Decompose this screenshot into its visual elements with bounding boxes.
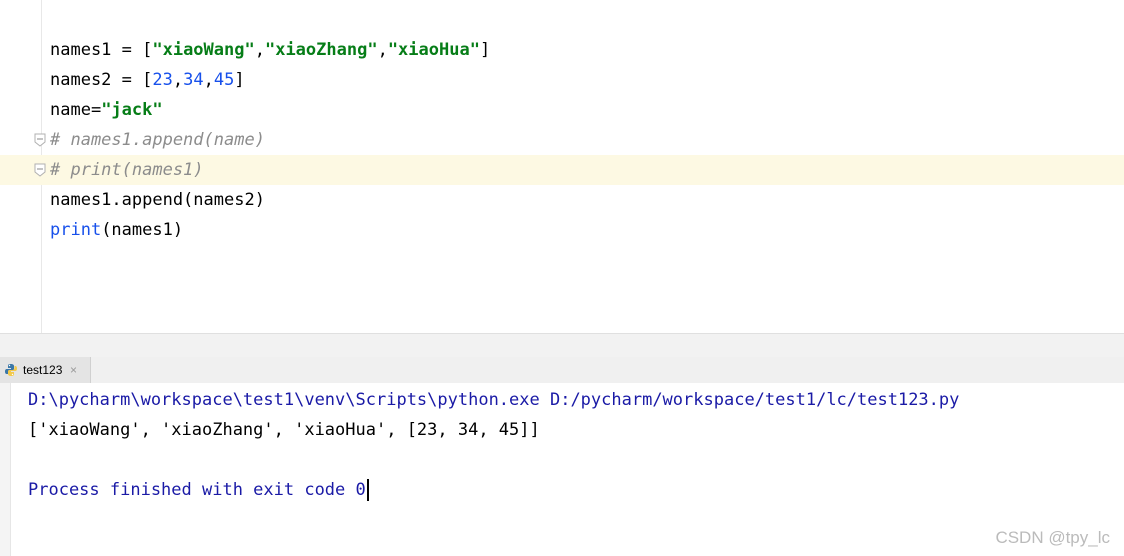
code-line[interactable]: names1.append(names2) bbox=[0, 185, 1124, 215]
code-text: name="jack" bbox=[50, 95, 163, 125]
code-line[interactable]: names1 = ["xiaoWang","xiaoZhang","xiaoHu… bbox=[0, 35, 1124, 65]
code-token: "xiaoZhang" bbox=[264, 40, 378, 60]
line-gutter-cell bbox=[0, 215, 41, 245]
code-token: , bbox=[203, 70, 214, 90]
code-token: , bbox=[254, 40, 265, 60]
console-command-line[interactable]: D:\pycharm\workspace\test1\venv\Scripts\… bbox=[28, 385, 959, 415]
code-line[interactable]: # print(names1) bbox=[0, 155, 1124, 185]
line-gutter-cell bbox=[0, 65, 41, 95]
code-token: # print(names1) bbox=[50, 160, 204, 180]
code-token: , bbox=[377, 40, 388, 60]
code-token: name= bbox=[50, 100, 102, 120]
line-gutter-cell bbox=[0, 95, 41, 125]
code-token: , bbox=[172, 70, 184, 90]
run-toolbar: test123 × bbox=[0, 357, 1124, 384]
code-token: ] bbox=[479, 40, 491, 60]
run-console[interactable]: D:\pycharm\workspace\test1\venv\Scripts\… bbox=[0, 383, 1124, 556]
watermark: CSDN @tpy_lc bbox=[995, 528, 1110, 547]
code-text: # print(names1) bbox=[50, 155, 204, 185]
console-exit-text: Process finished with exit code 0 bbox=[28, 480, 366, 500]
panel-divider[interactable] bbox=[0, 333, 1124, 358]
code-token: "xiaoHua" bbox=[387, 40, 480, 60]
code-token: names2 = [ bbox=[50, 70, 153, 90]
code-line[interactable]: name="jack" bbox=[0, 95, 1124, 125]
fold-marker-icon[interactable] bbox=[34, 163, 46, 177]
fold-marker-icon[interactable] bbox=[34, 133, 46, 147]
code-text: # names1.append(name) bbox=[50, 125, 265, 155]
code-token: print bbox=[50, 220, 102, 240]
code-token: "jack" bbox=[101, 100, 163, 120]
code-token: # names1.append(name) bbox=[50, 130, 265, 150]
code-token: (names1) bbox=[101, 220, 184, 240]
code-token: 34 bbox=[183, 70, 204, 90]
line-gutter-cell bbox=[0, 35, 41, 65]
code-editor[interactable]: names1 = ["xiaoWang","xiaoZhang","xiaoHu… bbox=[0, 0, 1124, 333]
code-token: 45 bbox=[213, 70, 235, 90]
code-token: 23 bbox=[152, 70, 173, 90]
code-line[interactable]: names2 = [23,34,45] bbox=[0, 65, 1124, 95]
code-token: names1.append(names2) bbox=[50, 190, 265, 210]
code-token: ] bbox=[234, 70, 245, 90]
line-gutter-cell bbox=[0, 185, 41, 215]
run-tab-label: test123 bbox=[23, 363, 63, 377]
code-text: names1 = ["xiaoWang","xiaoZhang","xiaoHu… bbox=[50, 35, 490, 65]
code-token: "xiaoWang" bbox=[152, 40, 255, 60]
code-text: names1.append(names2) bbox=[50, 185, 265, 215]
text-caret bbox=[366, 479, 369, 501]
run-tab-test123[interactable]: test123 × bbox=[0, 357, 91, 383]
console-exit-line: Process finished with exit code 0 bbox=[28, 475, 369, 505]
code-line[interactable]: print(names1) bbox=[0, 215, 1124, 245]
console-output-line: ['xiaoWang', 'xiaoZhang', 'xiaoHua', [23… bbox=[28, 420, 540, 440]
code-token: names1 = [ bbox=[50, 40, 153, 60]
code-text: print(names1) bbox=[50, 215, 183, 245]
code-line[interactable]: # names1.append(name) bbox=[0, 125, 1124, 155]
console-gutter bbox=[0, 383, 11, 556]
code-text: names2 = [23,34,45] bbox=[50, 65, 245, 95]
close-icon[interactable]: × bbox=[70, 357, 77, 383]
python-icon bbox=[5, 364, 17, 376]
